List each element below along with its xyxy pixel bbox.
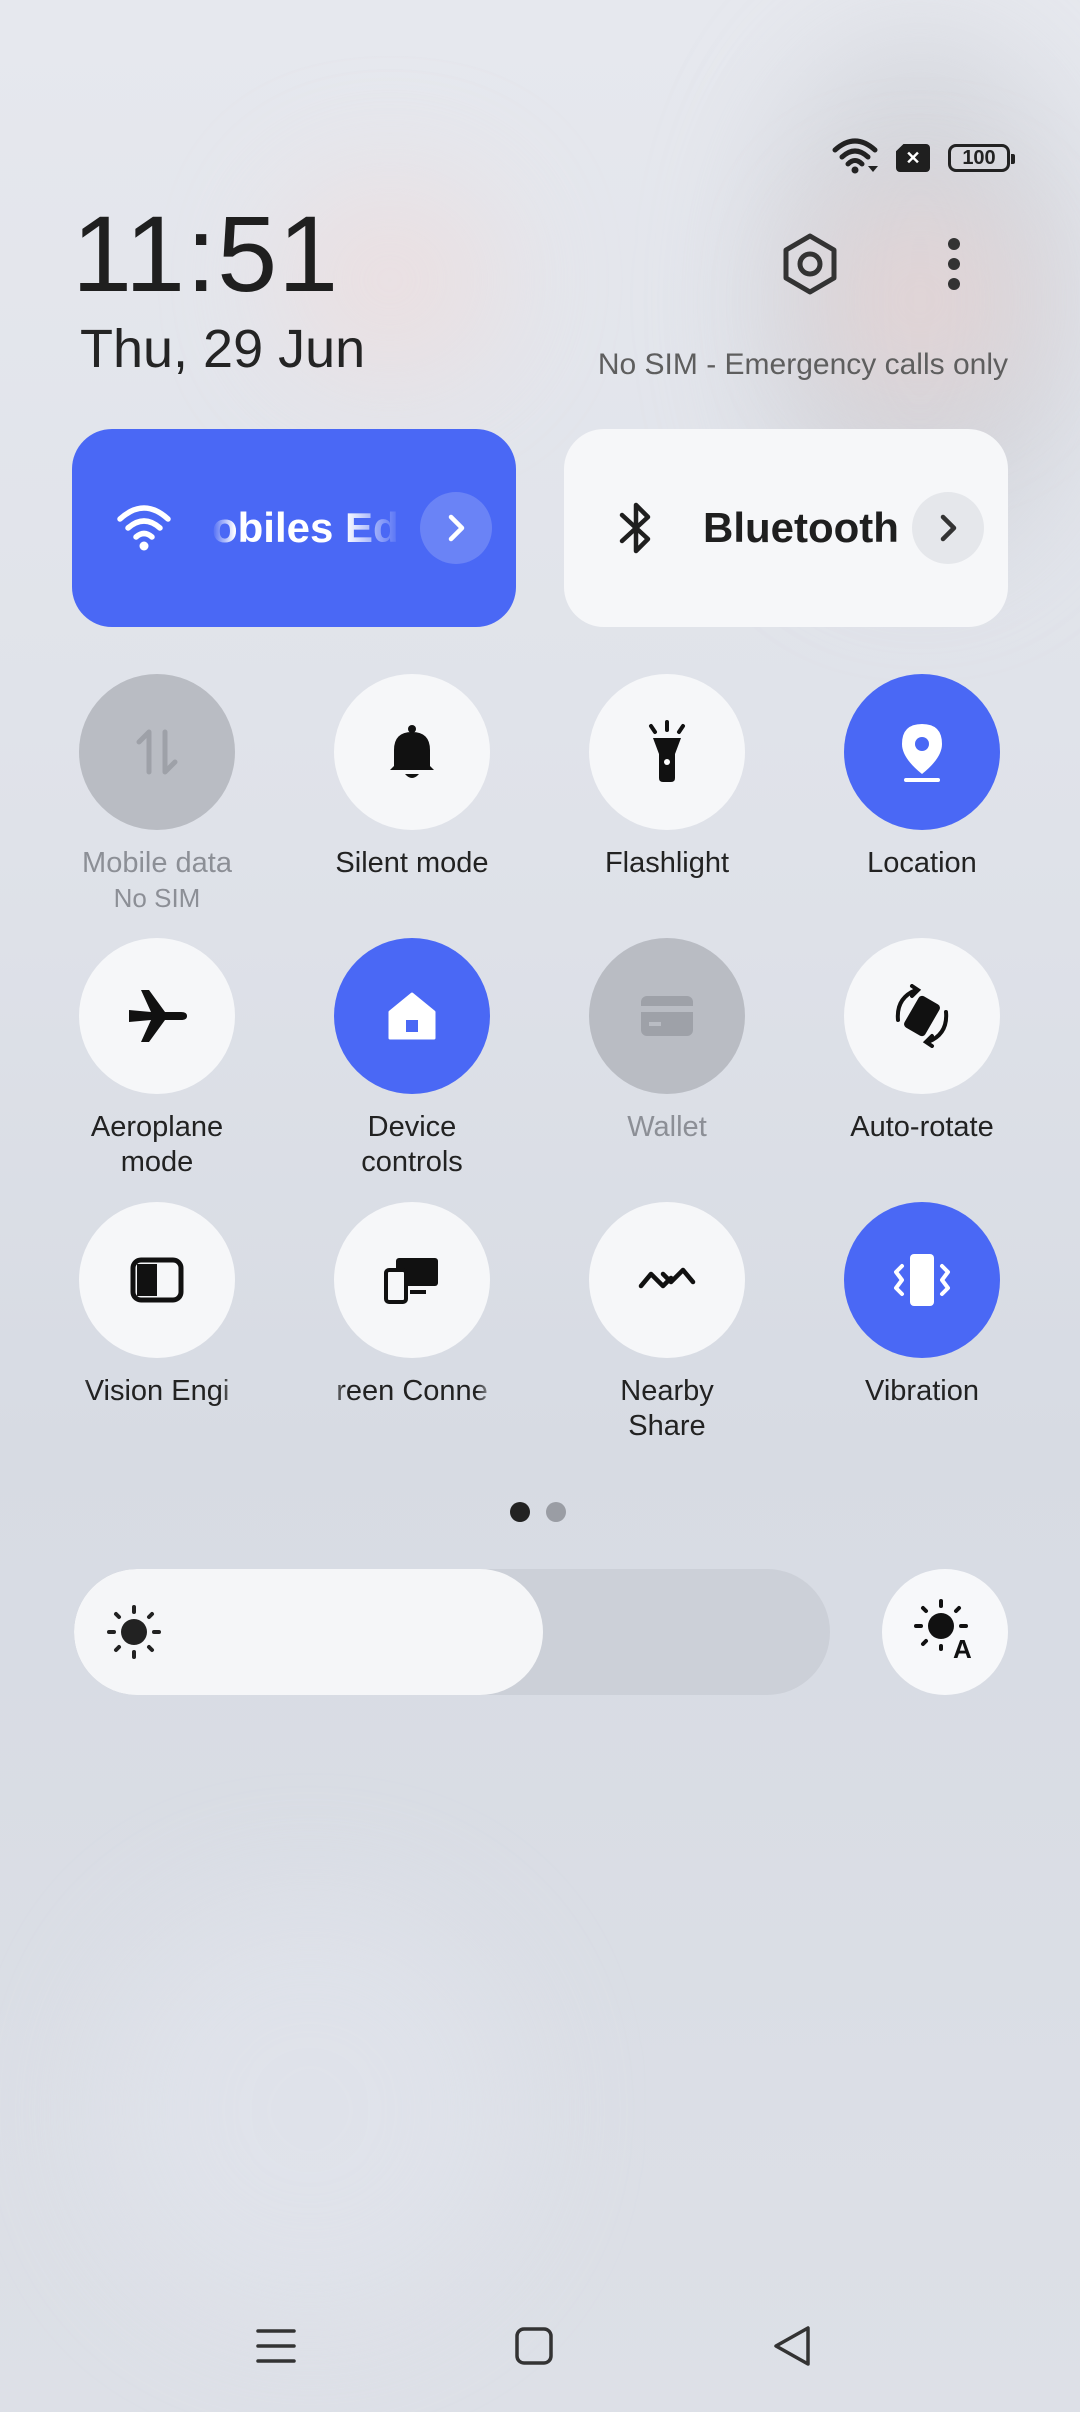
- toggle-vibration[interactable]: Vibration: [822, 1202, 1022, 1409]
- toggle-label: Flashlight: [604, 847, 730, 879]
- page-dot-active[interactable]: [510, 1502, 530, 1522]
- toggle-label: Device controls: [361, 1111, 463, 1178]
- screen-connect-icon: [334, 1202, 490, 1358]
- no-sim-icon: ✕: [896, 144, 930, 172]
- sim-status: No SIM - Emergency calls only: [597, 348, 1008, 381]
- vision-engine-icon: [79, 1202, 235, 1358]
- wifi-network-label: obiles Edit: [212, 504, 402, 551]
- toggle-label: Aeroplane mode: [90, 1111, 224, 1178]
- status-bar: ✕ 100: [832, 138, 1015, 179]
- toggle-screen-connect[interactable]: reen Conne: [312, 1202, 512, 1409]
- menu-icon[interactable]: [240, 2310, 312, 2382]
- toggle-location[interactable]: Location: [822, 674, 1022, 881]
- auto-brightness-icon: A: [913, 1598, 977, 1667]
- bluetooth-label: Bluetooth: [703, 504, 899, 551]
- location-icon: [844, 674, 1000, 830]
- svg-text:A: A: [953, 1634, 972, 1662]
- date[interactable]: Thu, 29 Jun: [80, 322, 365, 376]
- bluetooth-icon: [618, 501, 654, 560]
- flashlight-icon: [589, 674, 745, 830]
- toggle-sublabel: No SIM: [113, 883, 201, 913]
- page-indicator: [510, 1502, 566, 1522]
- toggle-aeroplane-mode[interactable]: Aeroplane mode: [57, 938, 257, 1180]
- auto-brightness-button[interactable]: A: [882, 1569, 1008, 1695]
- brightness-icon: [106, 1604, 162, 1665]
- clock[interactable]: 11:51: [72, 200, 339, 308]
- settings-icon[interactable]: [774, 228, 846, 300]
- nearby-share-icon: [589, 1202, 745, 1358]
- toggle-label: reen Conne: [336, 1375, 488, 1407]
- toggle-label: Vision Engi: [84, 1375, 230, 1407]
- toggle-label: Mobile data: [82, 847, 232, 879]
- bell-icon: [334, 674, 490, 830]
- vibration-icon: [844, 1202, 1000, 1358]
- toggle-silent-mode[interactable]: Silent mode: [312, 674, 512, 881]
- toggle-label: Auto-rotate: [850, 1111, 994, 1143]
- wifi-chevron-right-icon[interactable]: [420, 492, 492, 564]
- toggle-auto-rotate[interactable]: Auto-rotate: [822, 938, 1022, 1145]
- toggle-vision-engine[interactable]: Vision Engi: [57, 1202, 257, 1409]
- toggle-label: Location: [867, 847, 977, 879]
- toggle-device-controls[interactable]: Device controls: [312, 938, 512, 1180]
- toggle-mobile-data[interactable]: Mobile data No SIM: [57, 674, 257, 915]
- battery-icon: 100: [948, 144, 1015, 172]
- home-icon: [334, 938, 490, 1094]
- toggle-nearby-share[interactable]: Nearby Share: [567, 1202, 767, 1444]
- brightness-slider[interactable]: [74, 1569, 830, 1695]
- navigation-bar: [0, 2310, 1080, 2382]
- airplane-icon: [79, 938, 235, 1094]
- toggle-label: Vibration: [865, 1375, 979, 1407]
- wifi-icon: [116, 499, 172, 560]
- wifi-icon: [832, 138, 878, 179]
- bluetooth-chevron-right-icon[interactable]: [912, 492, 984, 564]
- toggle-flashlight[interactable]: Flashlight: [567, 674, 767, 881]
- wifi-tile[interactable]: obiles Edit: [72, 429, 516, 627]
- more-options-icon[interactable]: [918, 228, 990, 300]
- toggle-label: Nearby Share: [620, 1375, 714, 1442]
- wallet-icon: [589, 938, 745, 1094]
- toggle-label: Silent mode: [335, 847, 489, 879]
- home-square-icon[interactable]: [498, 2310, 570, 2382]
- toggle-label: Wallet: [627, 1111, 707, 1143]
- back-icon[interactable]: [756, 2310, 828, 2382]
- auto-rotate-icon: [844, 938, 1000, 1094]
- toggle-wallet[interactable]: Wallet: [567, 938, 767, 1145]
- mobile-data-icon: [79, 674, 235, 830]
- page-dot[interactable]: [546, 1502, 566, 1522]
- bluetooth-tile[interactable]: Bluetooth: [564, 429, 1008, 627]
